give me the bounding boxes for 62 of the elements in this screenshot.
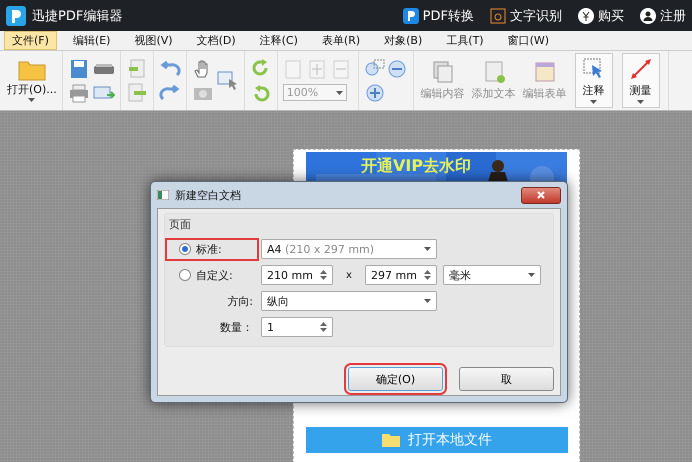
- width-field[interactable]: 210 mm: [261, 265, 333, 285]
- group-title: 页面: [169, 217, 192, 232]
- caret-icon: [424, 299, 431, 303]
- window-icon: [157, 190, 169, 200]
- dialog-title: 新建空白文档: [175, 188, 241, 202]
- orientation-combo[interactable]: 纵向: [261, 291, 437, 311]
- open-button[interactable]: 打开(O)...: [7, 59, 57, 102]
- zoom-area-icon[interactable]: [364, 58, 386, 78]
- tool-button[interactable]: 测量: [622, 53, 660, 108]
- paper-size-combo[interactable]: A4 (210 x 297 mm): [261, 239, 437, 259]
- menu-item[interactable]: 文件(F): [4, 31, 57, 50]
- folder-icon: [18, 59, 46, 81]
- form-icon: [532, 60, 557, 84]
- undo-icon[interactable]: [158, 58, 181, 78]
- select-text-icon[interactable]: [216, 70, 239, 90]
- spin-arrows-icon[interactable]: [320, 321, 327, 333]
- banner-title: 开通VIP去水印: [361, 156, 472, 177]
- times-sign: x: [345, 270, 353, 280]
- spin-arrows-icon[interactable]: [320, 269, 327, 281]
- count-field[interactable]: 1: [261, 317, 333, 337]
- caret-icon: [424, 247, 431, 251]
- menu-item[interactable]: 文档(D): [188, 31, 244, 50]
- menu-item[interactable]: 表单(R): [314, 31, 368, 50]
- field-label: 方向:: [226, 294, 254, 308]
- app-logo-icon: [6, 6, 26, 26]
- menu-item[interactable]: 对象(B): [376, 31, 430, 50]
- height-field[interactable]: 297 mm: [365, 265, 437, 285]
- dialog-button[interactable]: 取: [459, 367, 554, 391]
- zoom-out-icon[interactable]: [386, 58, 408, 78]
- menu-item[interactable]: 窗口(W): [500, 31, 558, 50]
- eye-icon: [490, 8, 506, 24]
- redo-icon[interactable]: [158, 82, 181, 102]
- caret-icon: [637, 100, 644, 104]
- folder-icon: [382, 433, 400, 447]
- menu-item[interactable]: 注释(C): [252, 31, 306, 50]
- menu-item[interactable]: 编辑(E): [64, 31, 118, 50]
- menu-item[interactable]: 工具(T): [438, 31, 492, 50]
- close-icon: [537, 191, 545, 199]
- title-action[interactable]: 注册: [640, 6, 686, 24]
- close-button[interactable]: [521, 186, 561, 204]
- caret-icon: [590, 100, 598, 104]
- radio-option[interactable]: 自定义:: [169, 268, 255, 282]
- title-action[interactable]: 购买: [578, 6, 624, 24]
- menu-item[interactable]: 视图(V): [126, 31, 181, 50]
- title-action[interactable]: PDF转换: [402, 6, 474, 24]
- yen-icon: [578, 8, 594, 24]
- printer-icon[interactable]: [68, 82, 90, 102]
- page-export-icon[interactable]: [126, 82, 148, 102]
- arrows-icon: [628, 57, 653, 81]
- caret-icon: [528, 273, 535, 277]
- zoom-in-icon[interactable]: [364, 82, 386, 102]
- caret-icon: [28, 98, 36, 102]
- document-icon: [430, 60, 455, 84]
- unit-combo[interactable]: 毫米: [443, 265, 541, 285]
- title-action[interactable]: 文字识别: [490, 6, 562, 24]
- spin-arrows-icon[interactable]: [424, 269, 431, 281]
- caret-icon: [336, 90, 343, 94]
- window-title: 迅捷PDF编辑器: [32, 8, 124, 24]
- tool-button[interactable]: 注释: [574, 53, 613, 108]
- user-icon: [640, 8, 656, 24]
- logo-icon: [402, 8, 419, 24]
- field-label: 数量：: [219, 320, 254, 334]
